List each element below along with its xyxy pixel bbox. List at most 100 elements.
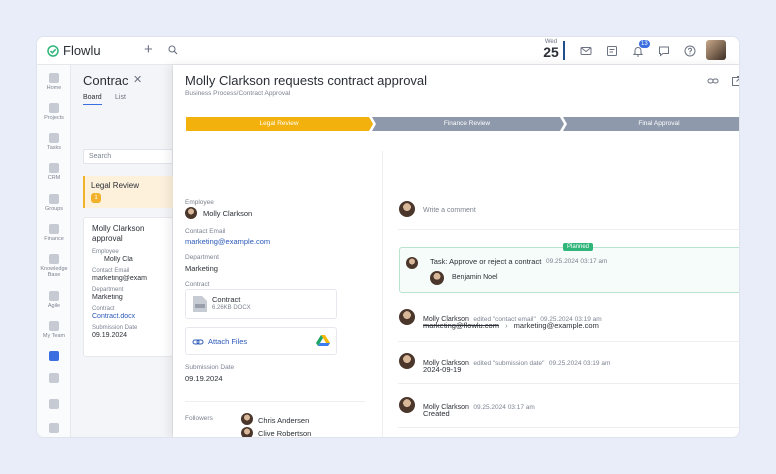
- sidebar-item-agile[interactable]: Agile: [37, 291, 71, 309]
- employee-value[interactable]: Molly Clarkson: [203, 209, 252, 218]
- search-icon[interactable]: [168, 45, 178, 55]
- stage-label-legal-review[interactable]: Legal Review: [186, 117, 372, 131]
- sidebar-item-extra-3[interactable]: [37, 423, 71, 435]
- sidebar-item-home[interactable]: Home: [37, 73, 71, 91]
- column-divider: [382, 151, 383, 437]
- crm-icon: [49, 163, 59, 173]
- department-value: Marketing: [185, 264, 218, 273]
- file-name: Contract: [212, 295, 241, 304]
- file-meta: 6.26KB DOCX: [212, 305, 251, 311]
- stage-label-finance-review[interactable]: Finance Review: [372, 117, 562, 131]
- field-label-submission-date: Submission Date: [185, 364, 235, 371]
- card-title: Molly Clarkson approval: [92, 224, 145, 243]
- google-drive-icon[interactable]: [316, 335, 330, 347]
- card-field-value: 09.19.2024: [92, 332, 128, 339]
- docx-file-icon: [193, 296, 207, 312]
- event-time: 09.25.2024 03:19 am: [548, 360, 611, 367]
- app-icon: [49, 373, 59, 383]
- close-icon[interactable]: ✕: [133, 73, 142, 86]
- task-card[interactable]: Planned Task: Approve or reject a contra…: [399, 243, 739, 293]
- task-time: 09.25.2024 03:17 am: [546, 258, 608, 265]
- top-bar: Flowlu + Wed 25 13: [37, 37, 739, 65]
- sidebar-item-projects[interactable]: Projects: [37, 103, 71, 121]
- field-label-employee: Employee: [185, 199, 214, 206]
- sidebar-item-groups[interactable]: Groups: [37, 194, 71, 212]
- open-external-icon[interactable]: [731, 75, 740, 87]
- add-icon[interactable]: +: [144, 42, 153, 58]
- card-file-link[interactable]: Contract.docx: [92, 313, 164, 320]
- tab-list[interactable]: List: [115, 94, 126, 101]
- card-field-label: Department: [92, 287, 124, 293]
- sidebar-item-finance[interactable]: Finance: [37, 224, 71, 242]
- mail-icon[interactable]: [579, 44, 593, 58]
- task-assignee[interactable]: Benjamin Noel: [452, 274, 498, 281]
- link-icon[interactable]: [707, 75, 719, 87]
- attach-files-label: Attach Files: [208, 337, 248, 346]
- notification-badge: 13: [639, 40, 650, 48]
- old-value: marketing@flowlu.com: [423, 321, 499, 330]
- sidebar-item-my-team[interactable]: My Team: [37, 321, 71, 339]
- sidebar-item-business-process[interactable]: [37, 351, 71, 363]
- knowledge-base-icon: [49, 254, 59, 264]
- user-avatar[interactable]: [706, 40, 726, 60]
- projects-icon: [49, 103, 59, 113]
- flowlu-logo-icon: [47, 44, 59, 57]
- stage-label-final-approval[interactable]: Final Approval: [563, 117, 739, 131]
- notes-icon[interactable]: [605, 44, 619, 58]
- avatar: [241, 427, 253, 437]
- feed-divider: [398, 229, 739, 230]
- search-input[interactable]: Search: [83, 149, 173, 164]
- field-label-contract: Contract: [185, 281, 210, 288]
- contract-file[interactable]: Contract 6.26KB DOCX: [185, 289, 337, 319]
- card-field-label: Contract: [92, 306, 115, 312]
- date-day: 25: [543, 44, 559, 60]
- calendar-date[interactable]: Wed 25: [540, 39, 562, 59]
- task-title[interactable]: Task: Approve or reject a contract: [430, 257, 541, 266]
- change-arrow: ›: [505, 321, 508, 330]
- sidebar-item-crm[interactable]: CRM: [37, 163, 71, 181]
- card-field-label: Contact Email: [92, 268, 130, 274]
- chat-icon[interactable]: [657, 44, 671, 58]
- comment-input[interactable]: Write a comment: [423, 207, 476, 214]
- finance-icon: [49, 224, 59, 234]
- field-label-email: Contact Email: [185, 228, 226, 235]
- avatar: [399, 397, 415, 413]
- help-icon[interactable]: [683, 44, 697, 58]
- event-change: marketing@flowlu.com › marketing@example…: [423, 321, 599, 330]
- agile-icon: [49, 291, 59, 301]
- avatar: [241, 413, 253, 425]
- sidebar-item-extra-2[interactable]: [37, 399, 71, 411]
- email-value[interactable]: marketing@example.com: [185, 237, 270, 246]
- event-text: 2024-09-19: [423, 365, 462, 374]
- sidebar-item-extra-1[interactable]: [37, 373, 71, 385]
- feed-divider: [398, 427, 739, 428]
- page-title: Molly Clarkson requests contract approva…: [185, 73, 428, 88]
- tab-board[interactable]: Board: [83, 94, 102, 105]
- field-label-department: Department: [185, 254, 219, 261]
- avatar: [185, 207, 197, 219]
- card-field-label: Employee: [92, 249, 119, 255]
- card-field-label: Submission Date: [92, 325, 138, 331]
- stage-column-header: Legal Review 1: [83, 176, 173, 208]
- breadcrumb[interactable]: Business Process/Contract Approval: [185, 90, 290, 97]
- process-detail-panel: Molly Clarkson requests contract approva…: [173, 65, 740, 437]
- event-time: 09.25.2024 03:17 am: [473, 404, 535, 411]
- date-divider: [563, 41, 565, 60]
- tasks-icon: [49, 133, 59, 143]
- attach-files-button[interactable]: Attach Files: [185, 327, 337, 355]
- follower-name[interactable]: Clive Robertson: [258, 429, 311, 437]
- app-logo[interactable]: Flowlu: [47, 43, 101, 58]
- sidebar-item-knowledge-base[interactable]: Knowledge Base: [37, 254, 71, 278]
- follower-name[interactable]: Chris Andersen: [258, 416, 309, 425]
- process-card[interactable]: Molly Clarkson approval Employee Molly C…: [83, 217, 173, 357]
- event-action: edited "submission date": [473, 360, 545, 367]
- card-field-value: Marketing: [92, 294, 123, 301]
- stage-label: Legal Review: [91, 181, 140, 190]
- new-value: marketing@example.com: [513, 321, 599, 330]
- process-list-panel: Contrac ✕ Board List Search Legal Review…: [71, 65, 173, 437]
- app-icon: [49, 399, 59, 409]
- feed-divider: [398, 341, 739, 342]
- field-label-followers: Followers: [185, 415, 213, 422]
- sidebar-item-tasks[interactable]: Tasks: [37, 133, 71, 151]
- submission-date-value: 09.19.2024: [185, 374, 223, 383]
